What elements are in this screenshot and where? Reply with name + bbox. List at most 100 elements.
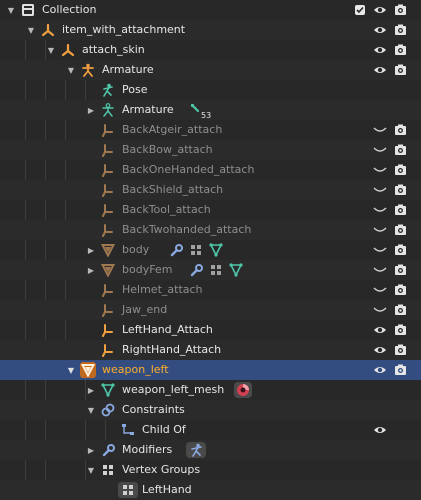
eye-icon[interactable]	[372, 422, 388, 438]
outliner-row-modifiers[interactable]: ▶ Modifiers	[0, 440, 421, 460]
outliner-row-bone[interactable]: LeftHand_Attach	[0, 320, 421, 340]
camera-icon[interactable]	[392, 182, 408, 198]
eye-closed-icon[interactable]	[372, 122, 388, 138]
outliner-row-label: body	[122, 243, 150, 256]
outliner-row-label: item_with_attachment	[62, 23, 186, 36]
bone-icon	[100, 342, 116, 358]
outliner-row-bone[interactable]: BackOneHanded_attach	[0, 160, 421, 180]
outliner-row-bone[interactable]: BackTool_attach	[0, 200, 421, 220]
outliner-row-armature-data[interactable]: ▶ Armature 53	[0, 100, 421, 120]
outliner-row-collection[interactable]: ▼ Collection	[0, 0, 421, 20]
outliner-row-label: BackOneHanded_attach	[122, 163, 255, 176]
outliner-row-item-with-attachment[interactable]: ▼ item_with_attachment	[0, 20, 421, 40]
camera-icon[interactable]	[392, 2, 408, 18]
camera-icon[interactable]	[392, 22, 408, 38]
camera-icon[interactable]	[392, 142, 408, 158]
bone-icon	[100, 182, 116, 198]
expand-down-icon[interactable]: ▼	[84, 460, 98, 480]
expand-right-icon[interactable]: ▶	[84, 100, 98, 120]
outliner-row-attach-skin[interactable]: ▼ attach_skin	[0, 40, 421, 60]
outliner-row-label: Jaw_end	[122, 303, 168, 316]
eye-icon[interactable]	[372, 2, 388, 18]
eye-closed-icon[interactable]	[372, 302, 388, 318]
vertex-groups-icon[interactable]	[208, 262, 224, 278]
outliner-row-body[interactable]: ▶ body	[0, 240, 421, 260]
expand-right-icon[interactable]: ▶	[84, 240, 98, 260]
outliner-row-bone[interactable]: BackBow_attach	[0, 140, 421, 160]
eye-closed-icon[interactable]	[372, 202, 388, 218]
outliner-row-lefthand[interactable]: LeftHand	[0, 480, 421, 500]
outliner-row-bodyfem[interactable]: ▶ bodyFem	[0, 260, 421, 280]
bone-icon	[100, 302, 116, 318]
expand-down-icon[interactable]: ▼	[24, 20, 38, 40]
camera-icon[interactable]	[392, 162, 408, 178]
eye-closed-icon[interactable]	[372, 182, 388, 198]
camera-icon[interactable]	[392, 62, 408, 78]
outliner-row-bone[interactable]: BackTwohanded_attach	[0, 220, 421, 240]
outliner-row-weapon-left[interactable]: ▼ weapon_left	[0, 360, 421, 380]
outliner-row-weapon-left-mesh[interactable]: ▶ weapon_left_mesh	[0, 380, 421, 400]
eye-closed-icon[interactable]	[372, 222, 388, 238]
outliner-row-label: attach_skin	[82, 43, 145, 56]
bone-count-badge[interactable]: 53	[190, 102, 211, 120]
outliner-row-constraints[interactable]: ▼ Constraints	[0, 400, 421, 420]
camera-icon[interactable]	[392, 302, 408, 318]
camera-icon[interactable]	[392, 362, 408, 378]
eye-icon[interactable]	[372, 342, 388, 358]
eye-closed-icon[interactable]	[372, 262, 388, 278]
expand-right-icon[interactable]: ▶	[84, 440, 98, 460]
outliner-row-label: LeftHand	[142, 483, 192, 496]
mesh-data-icon[interactable]	[208, 242, 224, 258]
expand-down-icon[interactable]: ▼	[64, 60, 78, 80]
camera-icon[interactable]	[392, 242, 408, 258]
expand-down-icon[interactable]: ▼	[44, 40, 58, 60]
outliner-row-label: Vertex Groups	[122, 463, 201, 476]
expand-right-icon[interactable]: ▶	[84, 260, 98, 280]
outliner-row-bone[interactable]: Helmet_attach	[0, 280, 421, 300]
outliner-row-bone[interactable]: BackShield_attach	[0, 180, 421, 200]
eye-icon[interactable]	[372, 362, 388, 378]
exclude-checkbox[interactable]	[352, 2, 368, 18]
outliner-row-bone[interactable]: RightHand_Attach	[0, 340, 421, 360]
camera-icon[interactable]	[392, 282, 408, 298]
wrench-icon[interactable]	[188, 262, 204, 278]
camera-icon[interactable]	[392, 322, 408, 338]
outliner-row-bone[interactable]: BackAtgeir_attach	[0, 120, 421, 140]
outliner-row-label: BackTwohanded_attach	[122, 223, 252, 236]
camera-icon[interactable]	[392, 42, 408, 58]
mesh-data-icon[interactable]	[228, 262, 244, 278]
camera-icon[interactable]	[392, 262, 408, 278]
camera-icon[interactable]	[392, 122, 408, 138]
wrench-icon[interactable]	[168, 242, 184, 258]
expand-down-icon[interactable]: ▼	[64, 360, 78, 380]
outliner-row-label: Collection	[42, 3, 97, 16]
eye-closed-icon[interactable]	[372, 282, 388, 298]
eye-icon[interactable]	[372, 62, 388, 78]
outliner-row-child-of[interactable]: Child Of	[0, 420, 421, 440]
outliner-row-vertex-groups[interactable]: ▼ Vertex Groups	[0, 460, 421, 480]
mesh-icon	[100, 262, 116, 278]
eye-closed-icon[interactable]	[372, 142, 388, 158]
empty-icon	[60, 42, 76, 58]
expand-down-icon[interactable]: ▼	[84, 400, 98, 420]
eye-closed-icon[interactable]	[372, 162, 388, 178]
outliner-row-armature-object[interactable]: ▼ Armature	[0, 60, 421, 80]
eye-icon[interactable]	[372, 42, 388, 58]
outliner-row-pose[interactable]: Pose	[0, 80, 421, 100]
camera-icon[interactable]	[392, 202, 408, 218]
armature-modifier-icon[interactable]	[186, 442, 206, 458]
camera-icon[interactable]	[392, 342, 408, 358]
expand-right-icon[interactable]: ▶	[84, 380, 98, 400]
eye-icon[interactable]	[372, 22, 388, 38]
vertex-groups-icon[interactable]	[188, 242, 204, 258]
camera-icon[interactable]	[392, 222, 408, 238]
outliner-row-label: weapon_left_mesh	[122, 383, 225, 396]
outliner-row-label: Constraints	[122, 403, 185, 416]
pose-icon	[100, 82, 116, 98]
bone-icon	[100, 142, 116, 158]
expand-down-icon[interactable]: ▼	[4, 0, 18, 20]
eye-closed-icon[interactable]	[372, 242, 388, 258]
eye-icon[interactable]	[372, 322, 388, 338]
material-icon[interactable]	[234, 382, 252, 398]
outliner-row-bone[interactable]: Jaw_end	[0, 300, 421, 320]
